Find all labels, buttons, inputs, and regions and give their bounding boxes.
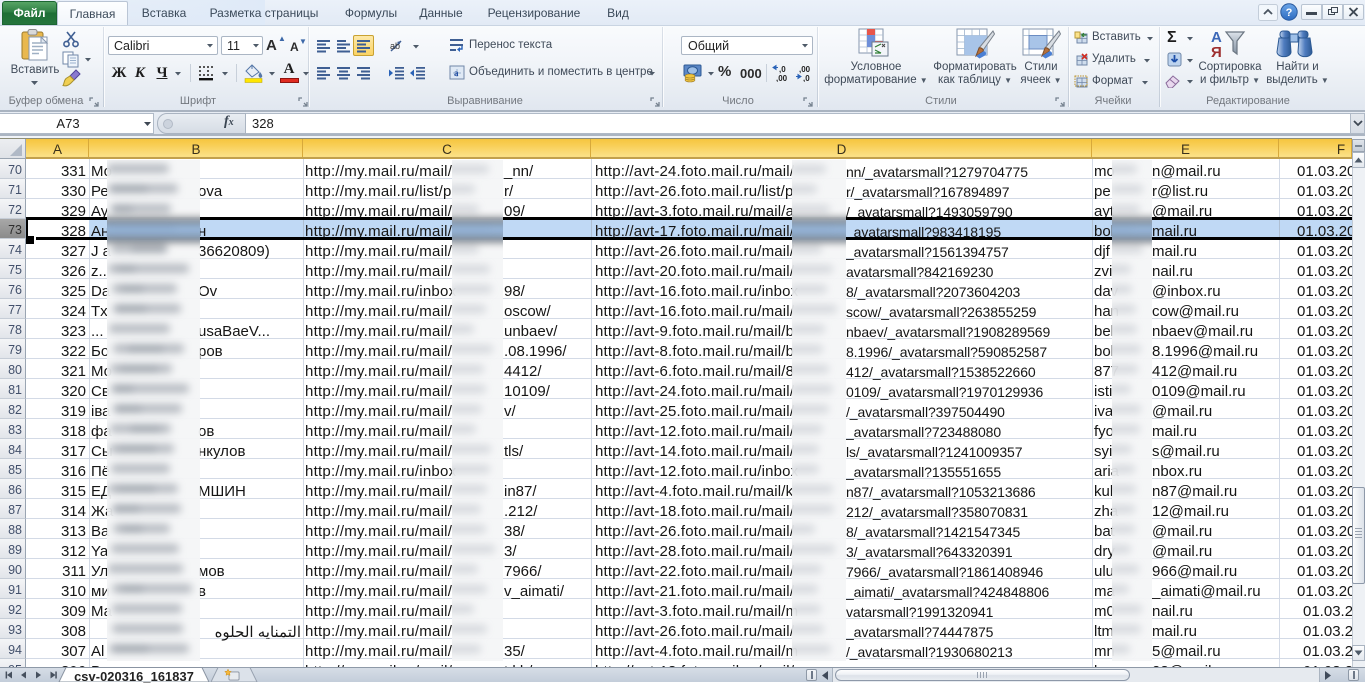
svg-text:,0: ,0 bbox=[779, 65, 786, 74]
svg-text:,00: ,00 bbox=[776, 74, 788, 82]
svg-text:ab: ab bbox=[390, 41, 400, 51]
svg-text:Я: Я bbox=[1211, 44, 1222, 60]
svg-text:,00: ,00 bbox=[799, 65, 811, 74]
svg-text:?: ? bbox=[1286, 7, 1293, 19]
svg-text:a: a bbox=[454, 68, 459, 78]
